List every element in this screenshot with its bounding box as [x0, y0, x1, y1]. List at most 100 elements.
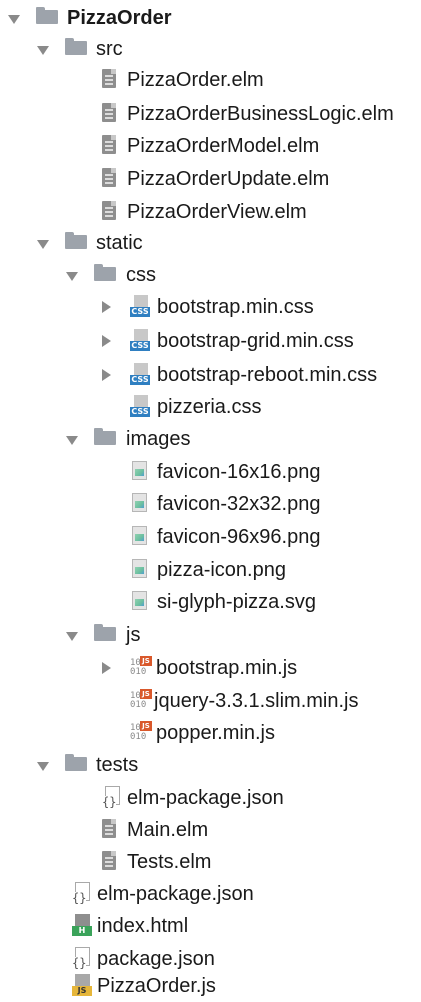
json-file-icon: {} [102, 786, 120, 808]
tree-node-tests[interactable]: tests [0, 749, 421, 781]
js-file-icon: JS [72, 974, 92, 996]
js-file-icon: 10 010 JS [130, 688, 152, 714]
tree-file-pizzaorderupdate-elm[interactable]: PizzaOrderUpdate.elm [0, 163, 421, 195]
html-file-icon: H [72, 914, 92, 936]
tree-file-pizza-icon-png[interactable]: pizza-icon.png [0, 554, 421, 586]
tree-file-pizzaorder-js[interactable]: JS PizzaOrder.js [0, 970, 421, 1002]
chevron-right-icon[interactable] [102, 301, 111, 313]
tree-node-label: tests [96, 754, 139, 776]
image-file-icon [132, 559, 147, 578]
chevron-right-icon[interactable] [102, 662, 111, 674]
chevron-down-icon[interactable] [37, 46, 49, 55]
tree-node-label: js [126, 624, 141, 646]
folder-icon [94, 264, 116, 281]
chevron-right-icon[interactable] [102, 369, 111, 381]
tree-file-popper-min-js[interactable]: 10 010 JS popper.min.js [0, 717, 421, 749]
tree-file-jquery-slim-min-js[interactable]: 10 010 JS jquery-3.3.1.slim.min.js [0, 685, 421, 717]
tree-file-label: bootstrap.min.css [157, 296, 314, 318]
tree-file-label: PizzaOrderUpdate.elm [127, 168, 330, 190]
chevron-down-icon[interactable] [37, 240, 49, 249]
tree-file-label: elm-package.json [127, 787, 284, 809]
tree-node-label: static [96, 232, 143, 254]
tree-file-label: bootstrap.min.js [156, 657, 298, 679]
tree-file-favicon-16x16-png[interactable]: favicon-16x16.png [0, 456, 421, 488]
image-file-icon [132, 493, 147, 512]
tree-file-index-html[interactable]: H index.html [0, 910, 421, 942]
tree-file-label: index.html [97, 915, 189, 937]
tree-file-label: PizzaOrder.elm [127, 69, 264, 91]
folder-icon [65, 754, 87, 771]
chevron-down-icon[interactable] [66, 436, 78, 445]
chevron-right-icon[interactable] [102, 335, 111, 347]
tree-node-pizzaorder[interactable]: PizzaOrder [0, 2, 421, 34]
tree-file-label: Main.elm [127, 819, 209, 841]
tree-file-label: PizzaOrderBusinessLogic.elm [127, 103, 394, 125]
elm-file-icon [102, 69, 116, 88]
chevron-down-icon[interactable] [66, 632, 78, 641]
tree-file-label: bootstrap-reboot.min.css [157, 364, 378, 386]
tree-file-label: elm-package.json [97, 883, 254, 905]
tree-file-label: jquery-3.3.1.slim.min.js [154, 690, 359, 712]
tree-file-label: PizzaOrder.js [97, 975, 216, 997]
tree-file-pizzaorder-elm[interactable]: PizzaOrder.elm [0, 64, 421, 96]
tree-node-css[interactable]: css [0, 259, 421, 291]
tree-file-favicon-96x96-png[interactable]: favicon-96x96.png [0, 521, 421, 553]
chevron-down-icon[interactable] [8, 15, 20, 24]
tree-file-main-elm[interactable]: Main.elm [0, 814, 421, 846]
tree-file-label: PizzaOrderModel.elm [127, 135, 320, 157]
tree-file-pizzeria-css[interactable]: CSS pizzeria.css [0, 391, 421, 423]
tree-file-bootstrap-min-css[interactable]: CSS bootstrap.min.css [0, 291, 421, 323]
image-file-icon [132, 461, 147, 480]
tree-file-label: PizzaOrderView.elm [127, 201, 307, 223]
elm-file-icon [102, 135, 116, 154]
folder-icon [65, 38, 87, 55]
tree-file-label: pizzeria.css [157, 396, 262, 418]
tree-file-tests-elm[interactable]: Tests.elm [0, 846, 421, 878]
tree-file-bootstrap-min-js[interactable]: 10 010 JS bootstrap.min.js [0, 652, 421, 684]
elm-file-icon [102, 103, 116, 122]
json-file-icon: {} [72, 882, 90, 904]
elm-file-icon [102, 819, 116, 838]
css-file-icon: CSS [130, 295, 150, 317]
tree-file-pizzaordermodel-elm[interactable]: PizzaOrderModel.elm [0, 130, 421, 162]
tree-node-label: PizzaOrder [67, 7, 172, 29]
tree-file-label: favicon-32x32.png [157, 493, 321, 515]
tree-file-pizzaorderview-elm[interactable]: PizzaOrderView.elm [0, 196, 421, 228]
css-file-icon: CSS [130, 363, 150, 385]
tree-file-label: favicon-96x96.png [157, 526, 321, 548]
tree-node-label: src [96, 38, 123, 60]
chevron-down-icon[interactable] [37, 762, 49, 771]
tree-node-label: images [126, 428, 191, 450]
js-file-icon: 10 010 JS [130, 720, 152, 746]
tree-file-root-elm-package-json[interactable]: {} elm-package.json [0, 878, 421, 910]
folder-icon [65, 232, 87, 249]
tree-node-src[interactable]: src [0, 33, 421, 65]
tree-node-images[interactable]: images [0, 423, 421, 455]
css-file-icon: CSS [130, 395, 150, 417]
folder-icon [94, 428, 116, 445]
tree-file-label: si-glyph-pizza.svg [157, 591, 316, 613]
tree-file-label: favicon-16x16.png [157, 461, 321, 483]
tree-file-si-glyph-pizza-svg[interactable]: si-glyph-pizza.svg [0, 586, 421, 618]
elm-file-icon [102, 851, 116, 870]
tree-file-bootstrap-reboot-min-css[interactable]: CSS bootstrap-reboot.min.css [0, 359, 421, 391]
folder-icon [36, 7, 58, 24]
tree-node-static[interactable]: static [0, 227, 421, 259]
tree-node-label: css [126, 264, 156, 286]
image-file-icon [132, 591, 147, 610]
tree-file-label: Tests.elm [127, 851, 212, 873]
chevron-down-icon[interactable] [66, 272, 78, 281]
tree-file-tests-elm-package-json[interactable]: {} elm-package.json [0, 782, 421, 814]
tree-file-pizzaorderbusinesslogic-elm[interactable]: PizzaOrderBusinessLogic.elm [0, 98, 421, 130]
tree-file-label: popper.min.js [156, 722, 275, 744]
tree-file-bootstrap-grid-min-css[interactable]: CSS bootstrap-grid.min.css [0, 325, 421, 357]
css-file-icon: CSS [130, 329, 150, 351]
elm-file-icon [102, 201, 116, 220]
tree-node-js[interactable]: js [0, 619, 421, 651]
elm-file-icon [102, 168, 116, 187]
tree-file-label: pizza-icon.png [157, 559, 286, 581]
folder-icon [94, 624, 116, 641]
json-file-icon: {} [72, 947, 90, 969]
tree-file-label: bootstrap-grid.min.css [157, 330, 354, 352]
tree-file-favicon-32x32-png[interactable]: favicon-32x32.png [0, 488, 421, 520]
